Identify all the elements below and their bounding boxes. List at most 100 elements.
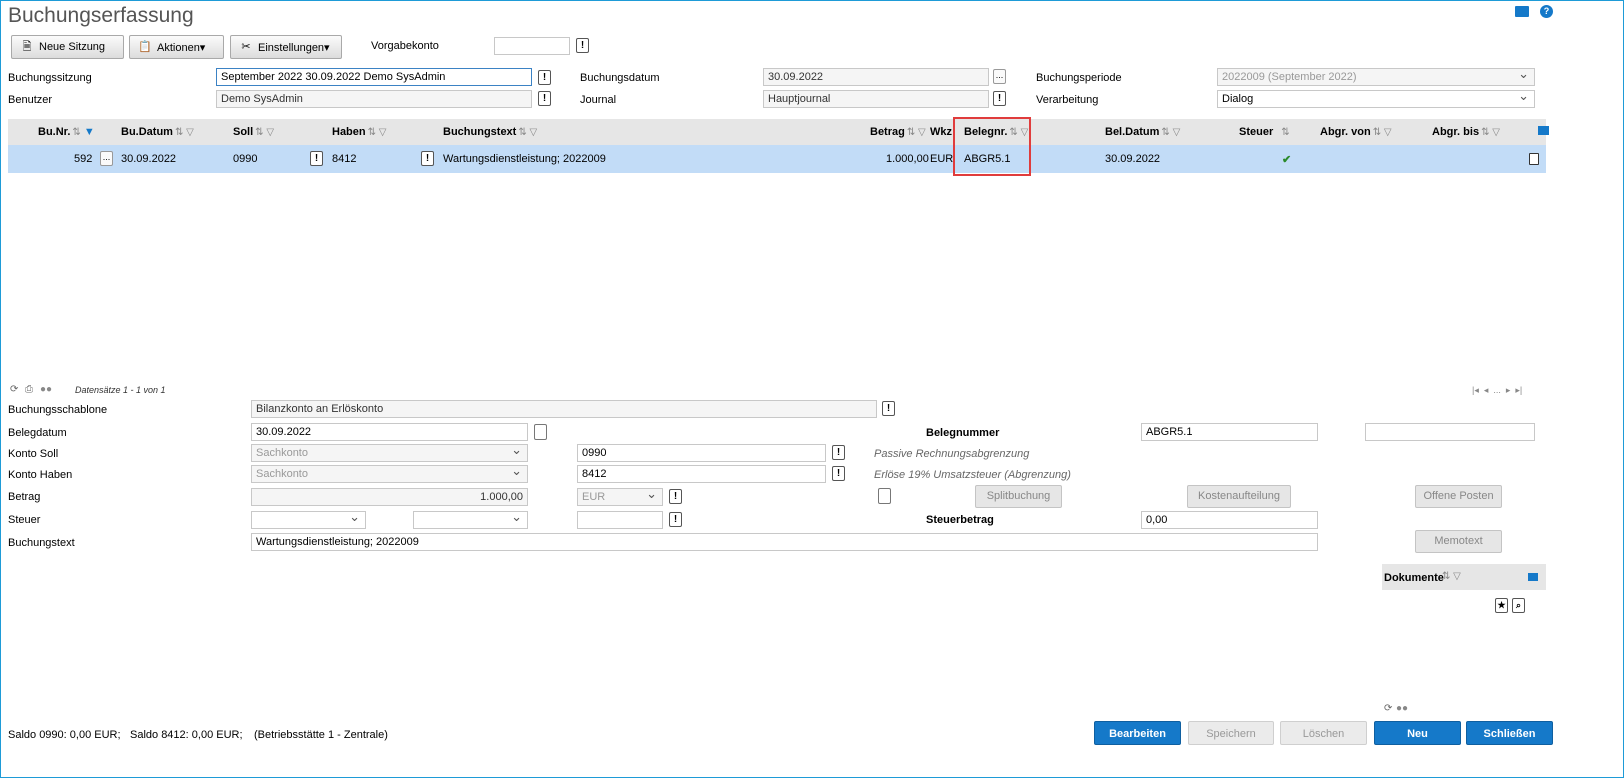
steuer-select-2[interactable]: [413, 511, 528, 529]
dokumente-sort-filter-icon[interactable]: ⇅ ▽: [1442, 571, 1461, 582]
splitbuchung-button[interactable]: Splitbuchung: [975, 485, 1062, 508]
belegdatum-label: Belegdatum: [8, 427, 67, 439]
haben-info-icon[interactable]: !: [421, 151, 434, 166]
belegnummer-label: Belegnummer: [926, 427, 1000, 439]
saldo-haben-status: Saldo 8412: 0,00 EUR;: [130, 729, 243, 741]
betriebsstaette-status: (Betriebsstätte 1 - Zentrale): [254, 729, 388, 741]
buchungsperiode-label: Buchungsperiode: [1036, 72, 1122, 84]
table-row[interactable]: 592 ... 30.09.2022 0990 ! 8412 ! Wartung…: [8, 145, 1546, 173]
waehrung-info-icon[interactable]: !: [669, 489, 682, 504]
konto-soll-type-select[interactable]: Sachkonto: [251, 444, 528, 462]
col-buchungstext[interactable]: Buchungstext ⇅ ▽: [443, 126, 537, 138]
belegnummer-extra-input[interactable]: [1365, 423, 1535, 441]
steuer-input[interactable]: [577, 511, 663, 529]
konto-haben-info-icon[interactable]: !: [832, 466, 845, 481]
buchungsdatum-picker-button[interactable]: ...: [993, 69, 1006, 84]
konto-soll-input[interactable]: 0990: [577, 444, 826, 462]
dokumente-header: Dokumente ⇅ ▽: [1382, 564, 1546, 590]
buchungsdatum-input[interactable]: 30.09.2022: [763, 68, 989, 86]
refresh-icon-bottom[interactable]: ⟳: [1384, 703, 1392, 714]
page-title: Buchungserfassung: [8, 4, 194, 27]
document-icon: 🗎: [22, 41, 32, 53]
col-bunr[interactable]: Bu.Nr. ⇅ ▼: [38, 126, 95, 138]
journal-label: Journal: [580, 94, 617, 106]
more-options-icon-bottom[interactable]: ●●: [1396, 703, 1408, 714]
konto-haben-description: Erlöse 19% Umsatzsteuer (Abgrenzung): [874, 469, 1071, 481]
benutzer-info-icon[interactable]: !: [538, 91, 551, 106]
dokumente-label[interactable]: Dokumente: [1384, 572, 1444, 584]
vorgabekonto-info-icon[interactable]: !: [576, 38, 589, 53]
steuer-select-1[interactable]: [251, 511, 366, 529]
speichern-button[interactable]: Speichern: [1188, 721, 1274, 745]
benutzer-input[interactable]: Demo SysAdmin: [216, 90, 532, 108]
steuerbetrag-label: Steuerbetrag: [926, 514, 994, 526]
dokument-star-icon[interactable]: ★: [1495, 598, 1508, 613]
col-steuer[interactable]: Steuer ⇅: [1239, 126, 1290, 138]
aktionen-button[interactable]: 📋 Aktionen▾: [129, 35, 224, 59]
col-wkz[interactable]: Wkz: [930, 126, 952, 138]
kostenaufteilung-button[interactable]: Kostenaufteilung: [1187, 485, 1291, 508]
buchungsperiode-select[interactable]: 2022009 (September 2022): [1217, 68, 1535, 86]
soll-info-icon[interactable]: !: [310, 151, 323, 166]
cell-soll: 0990: [233, 153, 258, 165]
cell-beldatum: 30.09.2022: [1105, 153, 1161, 165]
waehrung-select[interactable]: EUR: [577, 488, 663, 506]
einstellungen-button[interactable]: ✂ Einstellungen▾: [230, 35, 342, 59]
betrag-input[interactable]: 1.000,00: [251, 488, 528, 506]
col-soll[interactable]: Soll ⇅ ▽: [233, 126, 274, 138]
bearbeiten-button[interactable]: Bearbeiten: [1094, 721, 1181, 745]
saldo-soll-status: Saldo 0990: 0,00 EUR;: [8, 729, 121, 741]
cell-wkz: EUR: [930, 153, 954, 165]
neu-button[interactable]: Neu: [1374, 721, 1461, 745]
pager[interactable]: |◂ ◂ ... ▸ ▸|: [1472, 385, 1522, 396]
cell-buchungstext: Wartungsdienstleistung; 2022009: [443, 153, 606, 165]
refresh-icon[interactable]: ⟳: [10, 384, 18, 395]
dokumente-column-chooser-icon[interactable]: [1528, 573, 1538, 581]
more-options-icon[interactable]: ●●: [40, 384, 52, 395]
konto-soll-info-icon[interactable]: !: [832, 445, 845, 460]
betrag-checkbox[interactable]: [878, 488, 891, 504]
mail-icon[interactable]: [1515, 6, 1529, 17]
col-abgr-bis[interactable]: Abgr. bis ⇅ ▽: [1432, 126, 1500, 138]
belegdatum-input[interactable]: 30.09.2022: [251, 423, 528, 441]
buchungssitzung-label: Buchungssitzung: [8, 72, 92, 84]
konto-haben-type-select[interactable]: Sachkonto: [251, 465, 528, 483]
belegdatum-picker-button[interactable]: [534, 424, 547, 440]
verarbeitung-select[interactable]: Dialog: [1217, 90, 1535, 108]
vorgabekonto-label: Vorgabekonto: [371, 40, 439, 52]
buchungstext-input[interactable]: Wartungsdienstleistung; 2022009: [251, 533, 1318, 551]
col-haben[interactable]: Haben ⇅ ▽: [332, 126, 386, 138]
belegnummer-input[interactable]: ABGR5.1: [1141, 423, 1318, 441]
steuerbetrag-input[interactable]: 0,00: [1141, 511, 1318, 529]
col-budatum[interactable]: Bu.Datum ⇅ ▽: [121, 126, 194, 138]
schablone-input[interactable]: Bilanzkonto an Erlöskonto: [251, 400, 877, 418]
cell-betrag: 1.000,00: [886, 153, 929, 165]
neue-sitzung-button[interactable]: 🗎 Neue Sitzung: [11, 35, 124, 59]
schliessen-button[interactable]: Schließen: [1466, 721, 1553, 745]
buchungssitzung-input[interactable]: September 2022 30.09.2022 Demo SysAdmin: [216, 68, 532, 86]
konto-haben-input[interactable]: 8412: [577, 465, 826, 483]
col-beldatum[interactable]: Bel.Datum ⇅ ▽: [1105, 126, 1180, 138]
journal-info-icon[interactable]: !: [993, 91, 1006, 106]
col-abgr-von[interactable]: Abgr. von ⇅ ▽: [1320, 126, 1392, 138]
dokument-search-icon[interactable]: ⌕: [1512, 598, 1525, 613]
clipboard-icon: 📋: [138, 41, 152, 53]
delete-row-icon[interactable]: [1529, 153, 1539, 165]
grid-header: Bu.Nr. ⇅ ▼ Bu.Datum ⇅ ▽ Soll ⇅ ▽ Haben ⇅ ▽ B…: [8, 119, 1549, 145]
steuer-info-icon[interactable]: !: [669, 512, 682, 527]
offene-posten-button[interactable]: Offene Posten: [1415, 485, 1502, 508]
vorgabekonto-input[interactable]: [494, 37, 570, 55]
records-count: Datensätze 1 - 1 von 1: [75, 385, 166, 395]
belegnr-highlight-box: [953, 117, 1031, 176]
loeschen-button[interactable]: Löschen: [1280, 721, 1367, 745]
row-detail-button[interactable]: ...: [100, 151, 113, 166]
help-icon[interactable]: ?: [1540, 5, 1553, 18]
konto-soll-description: Passive Rechnungsabgrenzung: [874, 448, 1030, 460]
buchungssitzung-info-icon[interactable]: !: [538, 70, 551, 85]
print-icon[interactable]: ⎙: [25, 384, 33, 395]
schablone-info-icon[interactable]: !: [882, 401, 895, 416]
memotext-button[interactable]: Memotext: [1415, 530, 1502, 553]
col-betrag[interactable]: Betrag ⇅ ▽: [870, 126, 926, 138]
journal-input[interactable]: Hauptjournal: [763, 90, 989, 108]
column-chooser-icon[interactable]: [1538, 126, 1549, 135]
